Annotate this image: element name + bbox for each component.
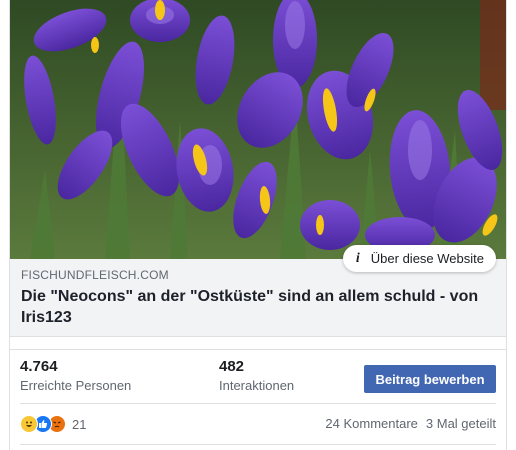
- engagement-value: 482: [219, 358, 245, 375]
- iris-flowers-image: [10, 0, 506, 259]
- about-website-button[interactable]: i Über diese Website: [342, 245, 496, 272]
- haha-reaction-icon: [20, 415, 38, 433]
- reactions-summary[interactable]: 21: [20, 415, 86, 433]
- engagement-stat[interactable]: 482 Interaktionen: [219, 358, 294, 393]
- link-preview-image[interactable]: [10, 0, 506, 259]
- divider: [20, 403, 496, 404]
- reach-stat[interactable]: 4.764 Erreichte Personen: [20, 358, 131, 393]
- reach-value: 4.764: [20, 358, 58, 375]
- divider: [20, 444, 496, 445]
- shares-count[interactable]: 3 Mal geteilt: [426, 416, 496, 431]
- link-headline[interactable]: Die "Neocons" an der "Ostküste" sind an …: [21, 286, 495, 328]
- reach-label: Erreichte Personen: [20, 378, 132, 393]
- about-website-label: Über diese Website: [370, 251, 484, 266]
- engagement-summary: 24 Kommentare 3 Mal geteilt: [325, 416, 496, 431]
- post-card: i Über diese Website FISCHUNDFLEISCH.COM…: [9, 0, 507, 450]
- reaction-count: 21: [72, 416, 87, 432]
- feedback-row: 21 24 Kommentare 3 Mal geteilt: [20, 411, 496, 437]
- promote-post-button[interactable]: Beitrag bewerben: [364, 365, 496, 393]
- post-insights: 4.764 Erreichte Personen 482 Interaktion…: [10, 349, 506, 397]
- comments-count[interactable]: 24 Kommentare: [325, 416, 418, 431]
- info-icon: i: [355, 250, 360, 266]
- engagement-label: Interaktionen: [219, 378, 295, 393]
